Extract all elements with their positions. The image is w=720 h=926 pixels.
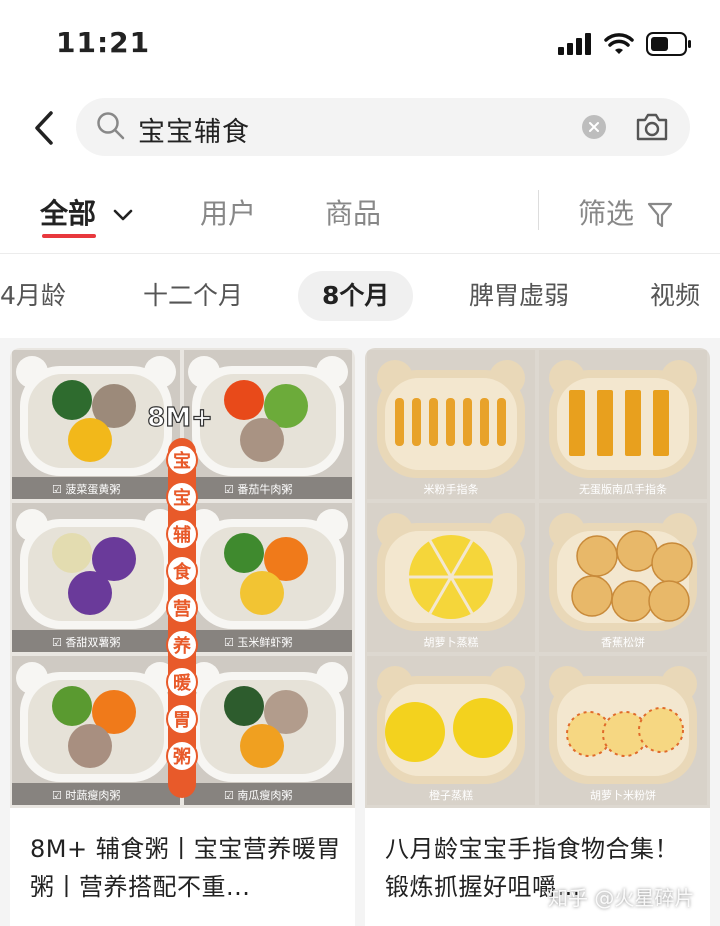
status-icons [558,32,692,56]
finger-dish-1: 米粉手指条 [367,350,535,499]
close-icon [589,122,599,132]
camera-icon [636,113,668,141]
banner-char: 宝 [173,450,191,472]
result-tabs: 全部 用户 商品 筛选 [0,170,720,254]
banner-char: 养 [172,635,192,657]
finger-dish-6: 胡萝卜米粉饼 [539,656,707,805]
dish-label: 香蕉松饼 [601,635,645,649]
back-button[interactable] [22,106,66,150]
finger-food-collage-image: 米粉手指条 无蛋版南瓜手指条胡萝卜蒸糕 香蕉松饼橙子蒸糕 胡萝卜米粉饼 [365,348,710,808]
banner-char: 胃 [173,710,191,731]
dish-label: ☑ 番茄牛肉粥 [224,482,292,496]
dish-label: 胡萝卜蒸糕 [424,635,479,649]
porridge-dish-4: ☑ 玉米鲜虾粥 [184,503,352,652]
filter-button[interactable]: 筛选 [578,192,673,232]
banner-char: 营 [173,598,191,620]
dish-label: ☑ 菠菜蛋黄粥 [52,482,120,496]
banner-char: 辅 [173,524,191,546]
banner-char: 宝 [173,487,191,509]
age-badge: 8M+ [147,403,213,433]
result-feed: ☑ 菠菜蛋黄粥 ☑ 番茄牛肉粥 ☑ 香甜双薯粥 ☑ 玉米鲜虾粥 ☑ 时蔬瘦肉粥 ☑ 南瓜瘦… [0,338,720,926]
chip-twelve-months[interactable]: 十二个月 [143,271,243,321]
porridge-collage-image: ☑ 菠菜蛋黄粥 ☑ 番茄牛肉粥 ☑ 香甜双薯粥 ☑ 玉米鲜虾粥 ☑ 时蔬瘦肉粥 ☑ 南瓜瘦… [10,348,355,808]
dish-label: 米粉手指条 [424,482,479,496]
active-tab-indicator [42,234,96,238]
chevron-down-icon [113,209,133,221]
search-input[interactable]: 宝宝辅食 [76,98,690,156]
dish-label: 无蛋版南瓜手指条 [579,482,667,496]
porridge-dish-6: ☑ 南瓜瘦肉粥 [184,656,352,805]
chip-weak-spleen[interactable]: 脾胃虚弱 [469,271,569,321]
banner-char: 粥 [173,747,191,768]
status-bar: 11:21 [0,0,720,88]
dish-label: ☑ 香甜双薯粥 [52,636,120,649]
chevron-left-icon [35,111,53,145]
dish-label: 胡萝卜米粉饼 [590,788,656,802]
porridge-dish-3: ☑ 香甜双薯粥 [12,503,180,652]
finger-dish-5: 橙子蒸糕 [367,656,535,805]
search-query: 宝宝辅食 [138,117,250,148]
note-card-finger-food[interactable]: 米粉手指条 无蛋版南瓜手指条 胡萝卜蒸糕 香蕉松饼 橙子蒸糕 胡萝卜米粉饼 八月龄宝宝手指… [365,348,710,926]
tab-products[interactable]: 商品 [325,192,381,232]
search-icon [97,112,125,140]
tab-products-label: 商品 [325,197,382,230]
clear-search-button[interactable] [582,115,606,139]
chip-4-months[interactable]: 4月龄 [0,271,66,321]
status-time: 11:21 [56,26,151,59]
filter-label: 筛选 [578,197,635,230]
porridge-dish-5: ☑ 时蔬瘦肉粥 [12,656,180,805]
banner-char: 食 [172,561,192,583]
filter-funnel-icon [647,202,673,228]
chip-8-months[interactable]: 8个月 [298,271,414,321]
wifi-icon [604,33,634,54]
image-search-button[interactable] [634,109,670,145]
finger-dish-4: 香蕉松饼 [539,503,707,652]
tab-all[interactable]: 全部 [40,192,134,232]
note-card-porridge[interactable]: ☑ 菠菜蛋黄粥 ☑ 番茄牛肉粥 ☑ 香甜双薯粥 ☑ 玉米鲜虾粥 ☑ 时蔬瘦肉粥 ☑ 南瓜瘦… [10,348,355,926]
finger-dish-2: 无蛋版南瓜手指条 [539,350,707,499]
tab-all-label: 全部 [40,197,97,230]
tab-users[interactable]: 用户 [200,192,256,232]
banner-char: 暖 [173,672,192,694]
tab-divider [538,190,539,230]
battery-icon [646,32,691,56]
dish-label: 橙子蒸糕 [429,788,473,802]
zhihu-watermark: 知乎 @火星碎片 [548,886,695,910]
finger-dish-3: 胡萝卜蒸糕 [367,503,535,652]
keyword-chips: 4月龄 十二个月 8个月 脾胃虚弱 视频 [0,254,720,338]
search-bar: 宝宝辅食 [0,88,720,170]
dish-label: ☑ 玉米鲜虾粥 [224,635,292,649]
chip-video[interactable]: 视频 [650,271,700,321]
dish-label: ☑ 时蔬瘦肉粥 [52,788,120,802]
dish-label: ☑ 南瓜瘦肉粥 [224,788,292,802]
cellular-signal-icon [558,33,591,55]
tab-users-label: 用户 [200,197,257,230]
note-title: 8M+ 辅食粥丨宝宝营养暖胃粥丨营养搭配不重... [30,835,341,901]
